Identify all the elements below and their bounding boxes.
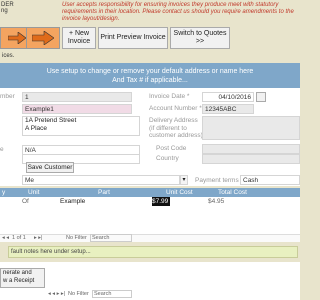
banner-line-1: Use setup to change or remove your defau… (46, 68, 254, 75)
app-corner-label: DER ng (1, 2, 14, 14)
delivery-label-line-3: customer address) (149, 132, 203, 139)
corner-subtitle: ng (1, 8, 8, 14)
line-items-header: y Unit Part Unit Cost Total Cost (0, 188, 300, 197)
nav-next-arrows[interactable]: ▸ ▸| (34, 235, 42, 241)
arrow-right-icon (8, 32, 26, 44)
header-unit-cost: Unit Cost (166, 189, 193, 196)
account-number-label: Account Number * (149, 105, 202, 112)
print-preview-invoice-button[interactable]: Print Preview Invoice (98, 27, 168, 49)
calendar-icon[interactable] (256, 92, 266, 102)
customer-name-field[interactable]: Example1 (22, 104, 132, 114)
post-code-field[interactable] (202, 144, 300, 154)
address-line-1: 1A Pretend Street (25, 117, 77, 124)
country-label: Country (156, 155, 179, 162)
row-unit[interactable]: Of (22, 198, 29, 205)
bottom-navigation: ◂ ◂ ▸ ▸| No Filter Search (48, 290, 300, 299)
receipt-button-line-2: w a Receipt (3, 278, 35, 284)
new-invoice-button[interactable]: + New Invoice (62, 27, 96, 49)
delivery-address-field[interactable] (202, 116, 300, 140)
header-unit: Unit (28, 189, 40, 196)
row-total-cost: $4.95 (208, 198, 225, 205)
payment-terms-label: Payment terms (195, 177, 239, 184)
bottom-nav-arrows[interactable]: ◂ ◂ ▸ ▸| (48, 291, 65, 297)
invoice-number-field[interactable]: 1 (22, 92, 132, 102)
record-navigation: ◂ ◂ 1 of 1 ▸ ▸| No Filter Search (0, 234, 300, 242)
forward-arrow-button[interactable] (26, 27, 60, 49)
account-number-field[interactable]: 12345ABC (202, 104, 254, 114)
invoice-date-label: Invoice Date * (149, 93, 190, 100)
customer-select[interactable]: Me (22, 175, 180, 185)
grid-blank-area (0, 215, 300, 234)
table-row[interactable]: Of Example $7.99 $4.95 (0, 197, 300, 206)
save-customer-button[interactable]: Save Customer (26, 162, 74, 173)
address-line-2: A Place (25, 125, 48, 132)
header-total-cost: Total Cost (218, 189, 247, 196)
nav-arrows[interactable]: ◂ ◂ (2, 235, 9, 241)
payment-terms-field[interactable]: Cash (240, 175, 300, 185)
row-unit-cost[interactable]: $7.99 (152, 197, 170, 206)
switch-to-quotes-button[interactable]: Switch to Quotes >> (170, 27, 230, 49)
record-search-input[interactable]: Search (90, 234, 132, 242)
chevron-down-icon[interactable]: ▾ (180, 175, 188, 185)
post-code-label: Post Code (156, 145, 187, 152)
delivery-label-line-1: Delivery Address (149, 117, 198, 124)
delivery-address-label: Delivery Address (if different to custom… (149, 117, 203, 140)
header-part: Part (98, 189, 110, 196)
generate-receipt-button[interactable]: nerate and w a Receipt (0, 268, 45, 288)
invoice-notes-field[interactable]: fault notes here under setup... (8, 246, 298, 258)
invoice-date-field[interactable]: 04/10/2016 (202, 92, 254, 102)
section-label: ices. (2, 53, 15, 59)
receipt-button-line-1: nerate and (3, 270, 32, 276)
bottom-no-filter[interactable]: No Filter (68, 291, 89, 297)
disclaimer-text: User accepts responsibility for ensuring… (62, 2, 294, 22)
table-row[interactable] (0, 206, 300, 215)
no-filter-label[interactable]: No Filter (66, 235, 87, 241)
bottom-search-input[interactable]: Search (92, 290, 132, 298)
customer-address-field[interactable]: 1A Pretend Street A Place (22, 116, 140, 136)
delivery-label-line-2: (if different to (149, 124, 187, 132)
header-qty: y (2, 189, 6, 196)
country-field[interactable] (202, 154, 300, 164)
setup-banner: Use setup to change or remove your defau… (0, 63, 300, 88)
phone-label: e (0, 146, 4, 153)
row-part[interactable]: Example (60, 198, 85, 205)
arrow-right-icon (32, 31, 54, 45)
banner-line-2: And Tax # if applicable... (112, 77, 188, 84)
record-counter: 1 of 1 (12, 235, 26, 241)
invoice-number-label: mber (0, 93, 15, 100)
